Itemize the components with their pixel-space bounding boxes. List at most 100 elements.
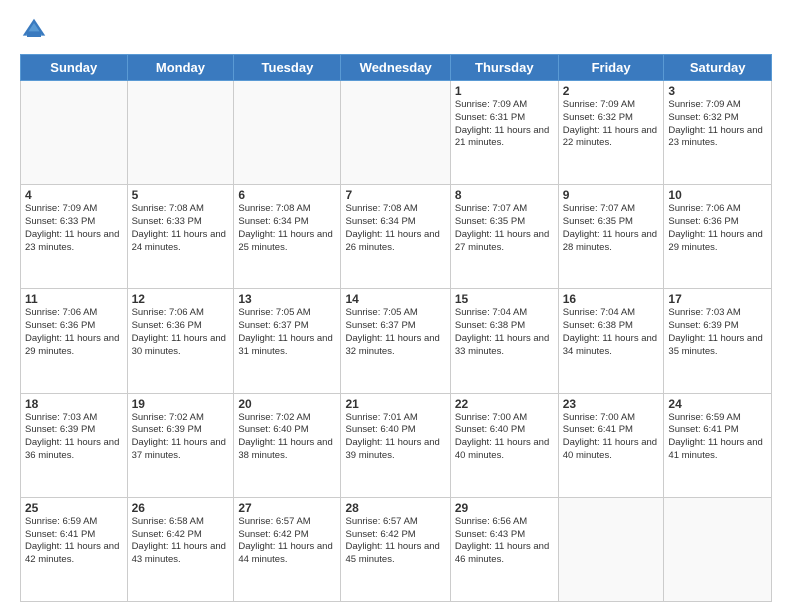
day-cell: 7Sunrise: 7:08 AMSunset: 6:34 PMDaylight… [341,185,450,289]
day-header-sunday: Sunday [21,55,128,81]
day-info: Sunrise: 6:59 AMSunset: 6:41 PMDaylight:… [668,412,767,463]
day-number: 22 [455,397,554,411]
week-row-1: 4Sunrise: 7:09 AMSunset: 6:33 PMDaylight… [21,185,772,289]
week-row-4: 25Sunrise: 6:59 AMSunset: 6:41 PMDayligh… [21,497,772,601]
day-cell: 16Sunrise: 7:04 AMSunset: 6:38 PMDayligh… [558,289,664,393]
logo-icon [20,16,48,44]
day-cell [341,81,450,185]
day-cell: 6Sunrise: 7:08 AMSunset: 6:34 PMDaylight… [234,185,341,289]
day-cell: 1Sunrise: 7:09 AMSunset: 6:31 PMDaylight… [450,81,558,185]
day-number: 24 [668,397,767,411]
day-info: Sunrise: 7:04 AMSunset: 6:38 PMDaylight:… [455,307,554,358]
day-cell: 8Sunrise: 7:07 AMSunset: 6:35 PMDaylight… [450,185,558,289]
day-number: 6 [238,188,336,202]
day-number: 1 [455,84,554,98]
header [20,16,772,44]
day-info: Sunrise: 7:07 AMSunset: 6:35 PMDaylight:… [455,203,554,254]
day-cell: 23Sunrise: 7:00 AMSunset: 6:41 PMDayligh… [558,393,664,497]
day-number: 25 [25,501,123,515]
day-cell: 27Sunrise: 6:57 AMSunset: 6:42 PMDayligh… [234,497,341,601]
day-cell: 25Sunrise: 6:59 AMSunset: 6:41 PMDayligh… [21,497,128,601]
day-number: 2 [563,84,660,98]
day-info: Sunrise: 6:56 AMSunset: 6:43 PMDaylight:… [455,516,554,567]
day-info: Sunrise: 7:00 AMSunset: 6:41 PMDaylight:… [563,412,660,463]
day-header-thursday: Thursday [450,55,558,81]
day-info: Sunrise: 7:02 AMSunset: 6:39 PMDaylight:… [132,412,230,463]
day-info: Sunrise: 7:08 AMSunset: 6:34 PMDaylight:… [238,203,336,254]
day-header-wednesday: Wednesday [341,55,450,81]
day-cell: 2Sunrise: 7:09 AMSunset: 6:32 PMDaylight… [558,81,664,185]
week-row-3: 18Sunrise: 7:03 AMSunset: 6:39 PMDayligh… [21,393,772,497]
day-number: 5 [132,188,230,202]
day-number: 4 [25,188,123,202]
day-header-saturday: Saturday [664,55,772,81]
day-number: 8 [455,188,554,202]
day-info: Sunrise: 7:06 AMSunset: 6:36 PMDaylight:… [668,203,767,254]
day-cell: 11Sunrise: 7:06 AMSunset: 6:36 PMDayligh… [21,289,128,393]
day-info: Sunrise: 7:06 AMSunset: 6:36 PMDaylight:… [25,307,123,358]
day-cell [127,81,234,185]
day-cell: 4Sunrise: 7:09 AMSunset: 6:33 PMDaylight… [21,185,128,289]
day-info: Sunrise: 7:08 AMSunset: 6:33 PMDaylight:… [132,203,230,254]
day-cell: 9Sunrise: 7:07 AMSunset: 6:35 PMDaylight… [558,185,664,289]
day-cell: 22Sunrise: 7:00 AMSunset: 6:40 PMDayligh… [450,393,558,497]
day-cell: 15Sunrise: 7:04 AMSunset: 6:38 PMDayligh… [450,289,558,393]
day-number: 9 [563,188,660,202]
day-cell: 19Sunrise: 7:02 AMSunset: 6:39 PMDayligh… [127,393,234,497]
day-info: Sunrise: 7:09 AMSunset: 6:32 PMDaylight:… [668,99,767,150]
day-cell: 18Sunrise: 7:03 AMSunset: 6:39 PMDayligh… [21,393,128,497]
day-info: Sunrise: 7:09 AMSunset: 6:32 PMDaylight:… [563,99,660,150]
day-info: Sunrise: 7:05 AMSunset: 6:37 PMDaylight:… [345,307,445,358]
day-number: 20 [238,397,336,411]
day-cell: 29Sunrise: 6:56 AMSunset: 6:43 PMDayligh… [450,497,558,601]
day-number: 7 [345,188,445,202]
day-info: Sunrise: 7:09 AMSunset: 6:33 PMDaylight:… [25,203,123,254]
day-cell: 28Sunrise: 6:57 AMSunset: 6:42 PMDayligh… [341,497,450,601]
day-number: 28 [345,501,445,515]
page: SundayMondayTuesdayWednesdayThursdayFrid… [0,0,792,612]
week-row-0: 1Sunrise: 7:09 AMSunset: 6:31 PMDaylight… [21,81,772,185]
day-cell: 5Sunrise: 7:08 AMSunset: 6:33 PMDaylight… [127,185,234,289]
day-number: 12 [132,292,230,306]
day-info: Sunrise: 7:01 AMSunset: 6:40 PMDaylight:… [345,412,445,463]
day-number: 11 [25,292,123,306]
day-cell: 24Sunrise: 6:59 AMSunset: 6:41 PMDayligh… [664,393,772,497]
week-row-2: 11Sunrise: 7:06 AMSunset: 6:36 PMDayligh… [21,289,772,393]
day-cell [664,497,772,601]
day-info: Sunrise: 7:00 AMSunset: 6:40 PMDaylight:… [455,412,554,463]
day-info: Sunrise: 6:58 AMSunset: 6:42 PMDaylight:… [132,516,230,567]
day-cell: 10Sunrise: 7:06 AMSunset: 6:36 PMDayligh… [664,185,772,289]
day-number: 16 [563,292,660,306]
day-cell: 14Sunrise: 7:05 AMSunset: 6:37 PMDayligh… [341,289,450,393]
day-info: Sunrise: 7:06 AMSunset: 6:36 PMDaylight:… [132,307,230,358]
day-cell: 12Sunrise: 7:06 AMSunset: 6:36 PMDayligh… [127,289,234,393]
day-header-tuesday: Tuesday [234,55,341,81]
day-number: 15 [455,292,554,306]
day-info: Sunrise: 7:02 AMSunset: 6:40 PMDaylight:… [238,412,336,463]
day-cell: 13Sunrise: 7:05 AMSunset: 6:37 PMDayligh… [234,289,341,393]
day-number: 10 [668,188,767,202]
day-info: Sunrise: 6:57 AMSunset: 6:42 PMDaylight:… [238,516,336,567]
day-info: Sunrise: 7:04 AMSunset: 6:38 PMDaylight:… [563,307,660,358]
day-number: 17 [668,292,767,306]
day-info: Sunrise: 7:03 AMSunset: 6:39 PMDaylight:… [668,307,767,358]
day-cell [234,81,341,185]
day-info: Sunrise: 7:07 AMSunset: 6:35 PMDaylight:… [563,203,660,254]
day-cell: 20Sunrise: 7:02 AMSunset: 6:40 PMDayligh… [234,393,341,497]
day-number: 13 [238,292,336,306]
day-info: Sunrise: 7:08 AMSunset: 6:34 PMDaylight:… [345,203,445,254]
day-number: 3 [668,84,767,98]
day-cell: 17Sunrise: 7:03 AMSunset: 6:39 PMDayligh… [664,289,772,393]
day-info: Sunrise: 7:09 AMSunset: 6:31 PMDaylight:… [455,99,554,150]
day-number: 27 [238,501,336,515]
day-header-monday: Monday [127,55,234,81]
day-info: Sunrise: 6:59 AMSunset: 6:41 PMDaylight:… [25,516,123,567]
day-number: 29 [455,501,554,515]
day-number: 18 [25,397,123,411]
day-header-row: SundayMondayTuesdayWednesdayThursdayFrid… [21,55,772,81]
day-cell [558,497,664,601]
day-number: 23 [563,397,660,411]
day-info: Sunrise: 6:57 AMSunset: 6:42 PMDaylight:… [345,516,445,567]
day-info: Sunrise: 7:05 AMSunset: 6:37 PMDaylight:… [238,307,336,358]
logo [20,16,52,44]
